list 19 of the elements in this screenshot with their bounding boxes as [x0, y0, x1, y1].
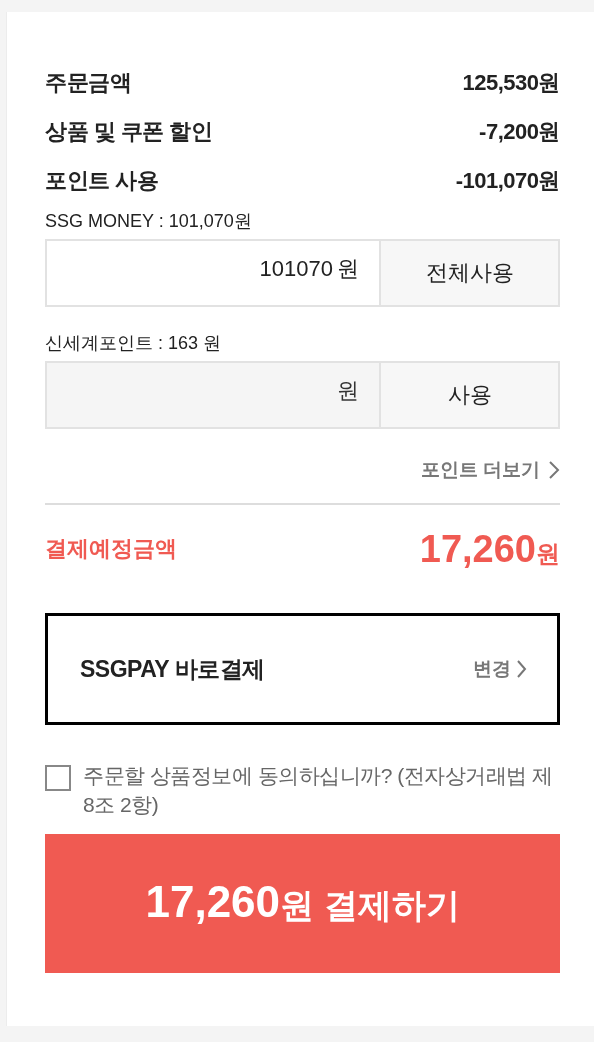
summary-label: 상품 및 쿠폰 할인 — [45, 117, 213, 146]
payment-method-name: SSGPAY 바로결제 — [80, 654, 265, 684]
summary-value: -7,200원 — [479, 117, 560, 146]
change-link[interactable]: 변경 — [473, 656, 511, 682]
summary-label: 주문금액 — [45, 68, 131, 97]
summary-value: 125,530원 — [462, 68, 560, 97]
more-points-link[interactable]: 포인트 더보기 — [420, 457, 540, 483]
summary-value: -101,070원 — [455, 166, 560, 195]
use-points-button[interactable]: 전체사용 — [379, 239, 560, 307]
agreement-checkbox[interactable] — [45, 765, 71, 791]
point-amount-field[interactable]: 101070 원 — [45, 239, 379, 307]
summary-label: 포인트 사용 — [45, 166, 159, 195]
total-amount: 17,260원 — [419, 527, 560, 571]
chevron-right-icon — [548, 460, 560, 480]
agreement-text: 주문할 상품정보에 동의하십니까? (전자상거래법 제8조 2항) — [83, 763, 554, 819]
total-label: 결제예정금액 — [45, 535, 177, 563]
point-balance-label: 신세계포인트 : 163 원 — [45, 332, 223, 355]
point-balance-label: SSG MONEY : 101,070원 — [45, 210, 253, 233]
chevron-right-icon — [517, 660, 527, 678]
